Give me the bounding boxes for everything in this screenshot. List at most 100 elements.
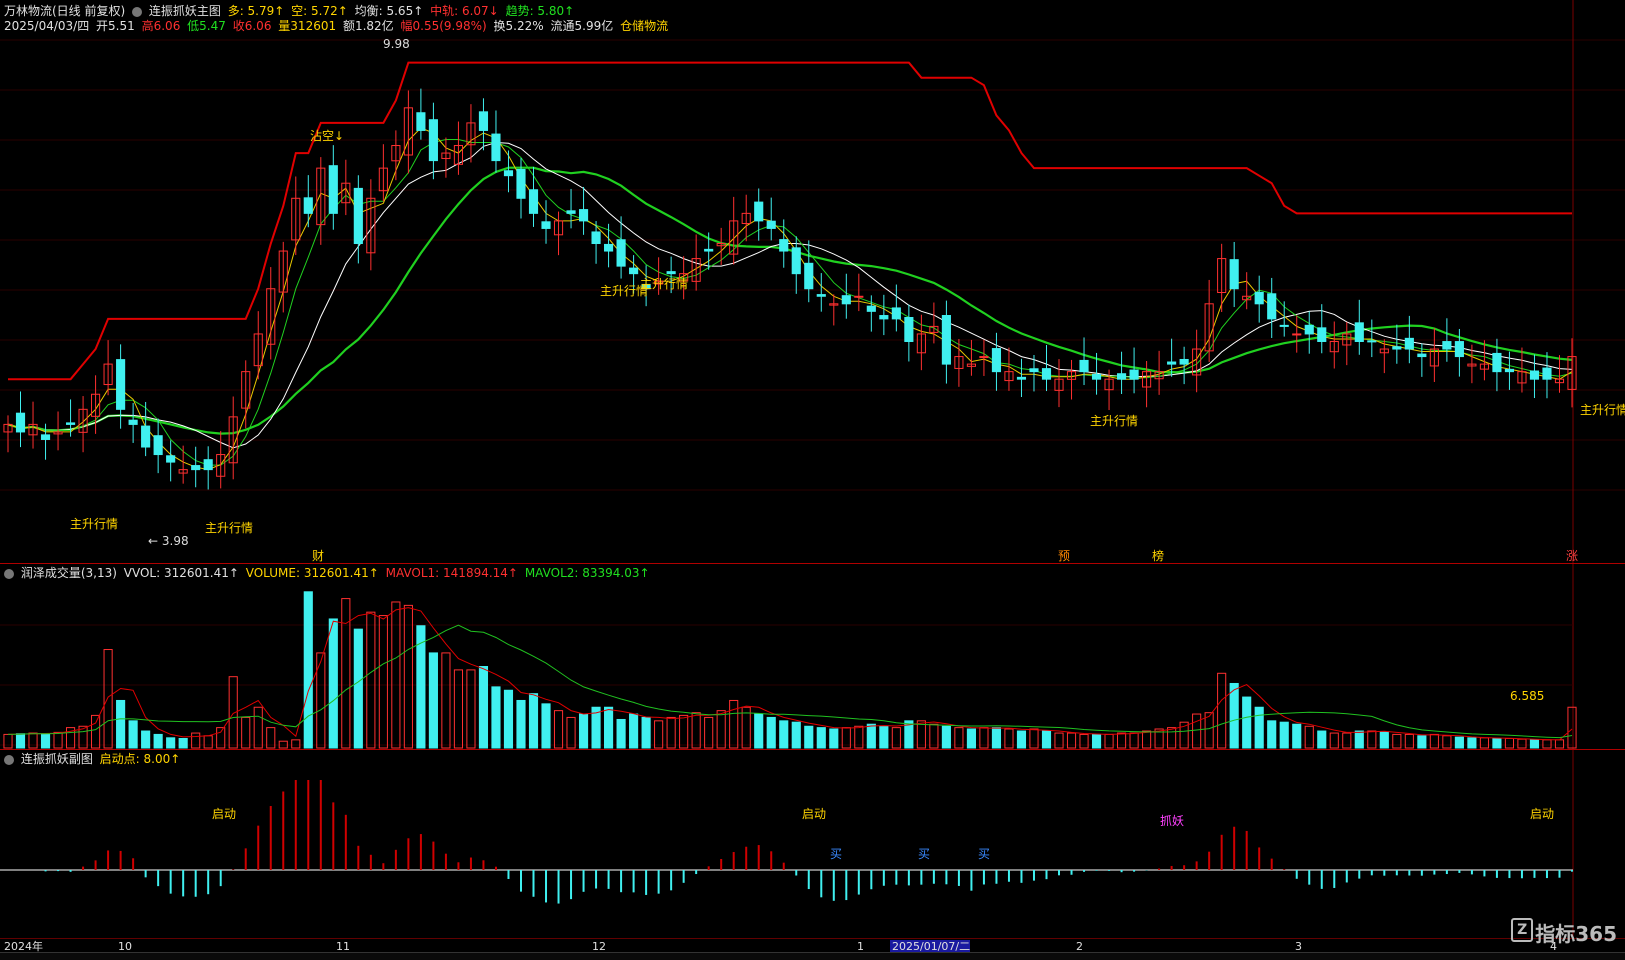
quote-change: 幅0.55(9.98%) xyxy=(400,19,487,33)
mai-label: 买 xyxy=(830,847,842,861)
volume-bar xyxy=(166,737,176,749)
volume-bar xyxy=(103,649,113,749)
settings-icon[interactable] xyxy=(4,568,14,579)
candle-body xyxy=(503,170,514,177)
price-high-label: 9.98 xyxy=(383,37,410,51)
vol-indicator-name[interactable]: 润泽成交量(3,13) xyxy=(21,566,117,580)
volume-header: 润泽成交量(3,13) VVOL: 312601.41↑ VOLUME: 312… xyxy=(4,566,653,580)
candle-body xyxy=(629,267,639,275)
volume-bar xyxy=(1354,730,1364,749)
candle-body xyxy=(1079,359,1089,373)
volume-bar xyxy=(178,737,188,749)
chart-canvas[interactable]: 9.98← 3.98沾空↓主升行情 主升行情主升行情主升行情主升行情主升行情财预榜… xyxy=(0,0,1625,959)
candle-body xyxy=(1504,368,1515,373)
volume-bar xyxy=(516,699,526,749)
zhusheng-label: 主升行情 xyxy=(1090,414,1138,428)
mai-label: 买 xyxy=(918,847,930,861)
volume-bar xyxy=(153,733,163,749)
stock-name[interactable]: 万林物流(日线 前复权) xyxy=(4,4,125,18)
quote-sector[interactable]: 仓储物流 xyxy=(620,19,668,33)
price-low-label: ← 3.98 xyxy=(148,534,189,548)
vol-right-label: 6.585 xyxy=(1510,689,1544,703)
zhongshu-value: 中轨: 6.07↓ xyxy=(430,4,499,18)
volume-bar xyxy=(929,723,939,749)
candle-body xyxy=(1167,361,1177,365)
volume-bar xyxy=(1279,721,1289,749)
sub-header: 连振抓妖副图 启动点: 8.00↑ xyxy=(4,752,183,766)
candle-body xyxy=(15,412,26,433)
volume-bar xyxy=(629,713,639,749)
candle-body xyxy=(203,459,213,471)
candle-body xyxy=(854,295,864,298)
volume-bar xyxy=(816,727,826,749)
quote-open: 开5.51 xyxy=(96,19,135,33)
candle-body xyxy=(65,422,76,425)
candle-body xyxy=(166,455,176,463)
settings-icon[interactable] xyxy=(4,754,14,765)
ma-line-green xyxy=(7,166,1573,435)
vvol-value: VVOL: 312601.41↑ xyxy=(123,566,239,580)
volume-bar xyxy=(1292,723,1302,749)
candle-body xyxy=(541,221,551,229)
candle-body xyxy=(491,133,501,162)
candle-body xyxy=(791,247,801,275)
qidong-label: 启动 xyxy=(212,807,236,821)
candle-body xyxy=(1091,373,1102,380)
candle-body xyxy=(416,112,426,131)
mavol1-line xyxy=(7,607,1573,741)
panel-divider-main xyxy=(0,563,1625,564)
volume-bar xyxy=(1542,739,1552,749)
volume-bar xyxy=(1517,738,1527,749)
quote-turnover: 换5.22% xyxy=(493,19,544,33)
volume-bar xyxy=(1192,713,1202,749)
volume-bar xyxy=(478,666,489,749)
candle-body xyxy=(303,197,313,214)
panel-divider-sub xyxy=(0,938,1625,939)
volume-bar xyxy=(91,714,101,749)
quote-date: 2025/04/03/四 xyxy=(4,19,90,33)
candle-body xyxy=(1041,368,1052,380)
volume-bar xyxy=(353,628,363,749)
volume-bar xyxy=(453,669,463,749)
volume-bar xyxy=(1454,736,1464,749)
volume-bar xyxy=(1117,732,1127,749)
volume-bar xyxy=(1229,682,1239,749)
volume-bar xyxy=(1054,732,1064,749)
candle-body xyxy=(866,305,876,312)
candle-body xyxy=(1542,367,1552,380)
candle-body xyxy=(891,307,901,320)
volume-bar xyxy=(829,728,839,749)
mavol2-line xyxy=(7,624,1573,739)
volume-bar xyxy=(541,703,551,749)
quote-close: 收6.06 xyxy=(232,19,272,33)
volume-bar xyxy=(566,716,576,749)
volume-bar xyxy=(578,713,589,749)
candle-body xyxy=(1279,324,1289,327)
volume-bar xyxy=(1567,706,1577,749)
candle-body xyxy=(591,231,601,245)
volume-bar xyxy=(1442,735,1452,749)
candle-body xyxy=(1417,353,1427,358)
main-indicator-name[interactable]: 连振抓妖主图 xyxy=(149,4,221,18)
volume-bar xyxy=(966,728,976,749)
candle-body xyxy=(991,348,1002,373)
candle-body xyxy=(704,248,714,252)
volume-bar xyxy=(503,689,514,749)
volume-bar xyxy=(116,699,126,749)
sub-indicator-name[interactable]: 连振抓妖副图 xyxy=(21,752,93,766)
volume-bar xyxy=(604,706,614,749)
candle-body xyxy=(766,220,776,229)
candle-body xyxy=(879,315,889,320)
candle-body xyxy=(1129,369,1139,380)
candle-body xyxy=(1016,376,1027,380)
volume-bar xyxy=(1104,733,1114,749)
volume-bar xyxy=(1041,730,1052,749)
volume-bar xyxy=(441,652,451,749)
candle-body xyxy=(841,295,851,305)
panel-divider-vol xyxy=(0,749,1625,750)
event-cai-label: 财 xyxy=(312,549,324,563)
settings-icon[interactable] xyxy=(132,6,143,17)
volume-bar xyxy=(28,732,38,749)
qidong-label: 启动 xyxy=(802,807,826,821)
candle-body xyxy=(328,165,338,214)
